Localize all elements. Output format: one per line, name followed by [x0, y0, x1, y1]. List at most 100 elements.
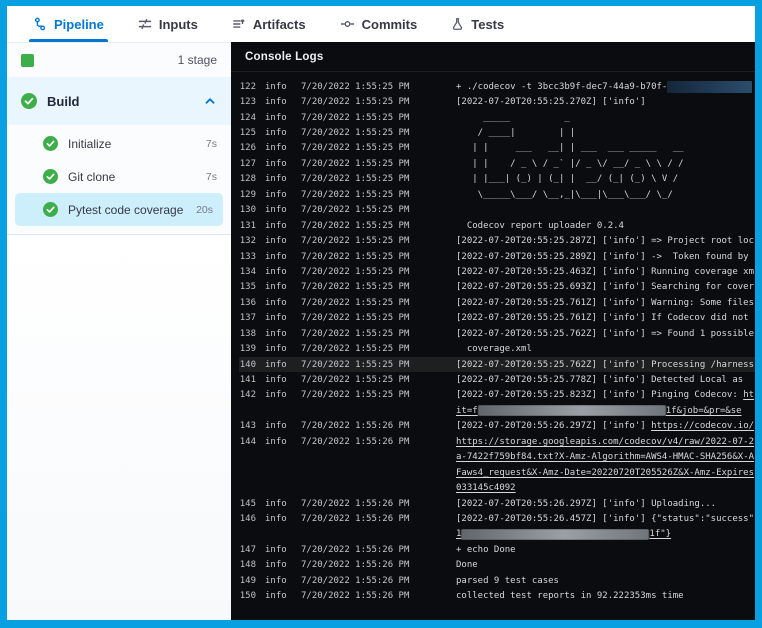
log-message: 11f"} [456, 529, 755, 540]
chevron-up-icon[interactable] [203, 94, 217, 108]
tab-tests[interactable]: Tests [449, 6, 506, 42]
tab-commits[interactable]: Commits [338, 6, 420, 42]
log-text: [2022-07-20T20:55:25.761Z] ['info'] If C… [456, 313, 749, 323]
step-duration: 7s [206, 138, 217, 150]
log-row[interactable]: 124info7/20/2022 1:55:25 PM _____ _ [239, 110, 755, 125]
log-link[interactable]: https://codecov.io/ [651, 421, 754, 431]
log-level: info [265, 267, 289, 277]
redacted-token-box [667, 81, 752, 93]
stage-summary-row: 1 stage [7, 43, 231, 77]
log-row[interactable]: 139info7/20/2022 1:55:25 PM coverage.xml [239, 341, 755, 356]
tab-artifacts[interactable]: Artifacts [230, 6, 308, 42]
log-row[interactable]: 136info7/20/2022 1:55:25 PM[2022-07-20T2… [239, 295, 755, 310]
log-row[interactable]: 127info7/20/2022 1:55:25 PM | | / _ \ / … [239, 156, 755, 171]
log-timestamp: 7/20/2022 1:55:25 PM [301, 128, 456, 138]
log-row[interactable]: 147info7/20/2022 1:55:26 PM+ echo Done [239, 542, 755, 557]
log-link[interactable]: 1f&job=&pr=&se [666, 406, 742, 416]
log-level: info [265, 514, 289, 524]
log-row[interactable]: 11f"} [239, 527, 755, 542]
tab-label: Commits [362, 17, 418, 32]
log-row[interactable]: it=f 1f&job=&pr=&se [239, 403, 755, 418]
log-timestamp: 7/20/2022 1:55:25 PM [301, 236, 456, 246]
log-row[interactable]: 137info7/20/2022 1:55:25 PM[2022-07-20T2… [239, 311, 755, 326]
log-level: info [265, 159, 289, 169]
log-level: info [265, 205, 289, 215]
log-level: info [265, 82, 289, 92]
log-row[interactable]: 131info7/20/2022 1:55:25 PM Codecov repo… [239, 218, 755, 233]
log-timestamp: 7/20/2022 1:55:25 PM [301, 190, 456, 200]
log-line-number: 131 [239, 221, 256, 231]
log-link[interactable]: ht [743, 390, 754, 400]
log-message: [2022-07-20T20:55:25.463Z] ['info'] Runn… [456, 267, 755, 277]
step-initialize[interactable]: Initialize 7s [7, 127, 231, 160]
log-link[interactable]: Faws4_request&X-Amz-Date=20220720T205526… [456, 468, 754, 478]
log-row[interactable]: 148info7/20/2022 1:55:26 PMDone [239, 558, 755, 573]
log-row[interactable]: 138info7/20/2022 1:55:25 PM[2022-07-20T2… [239, 326, 755, 341]
step-duration: 7s [206, 171, 217, 183]
log-row[interactable]: 146info7/20/2022 1:55:26 PM[2022-07-20T2… [239, 511, 755, 526]
log-message: Done [456, 560, 755, 570]
log-row[interactable]: 145info7/20/2022 1:55:26 PM[2022-07-20T2… [239, 496, 755, 511]
step-git-clone[interactable]: Git clone 7s [7, 160, 231, 193]
log-row[interactable]: 134info7/20/2022 1:55:25 PM[2022-07-20T2… [239, 264, 755, 279]
log-link[interactable]: 033145c4092 [456, 483, 516, 493]
log-text: _____ _ [456, 113, 570, 123]
log-timestamp: 7/20/2022 1:55:25 PM [301, 375, 456, 385]
artifacts-icon [232, 17, 246, 31]
log-row[interactable]: 129info7/20/2022 1:55:25 PM \_____\___/ … [239, 187, 755, 202]
log-line-number: 124 [239, 113, 256, 123]
log-message: [2022-07-20T20:55:25.289Z] ['info'] -> T… [456, 252, 755, 262]
console-log-body[interactable]: 122info7/20/2022 1:55:25 PM+ ./codecov -… [231, 72, 755, 620]
log-row[interactable]: 126info7/20/2022 1:55:25 PM | | ___ __| … [239, 141, 755, 156]
log-row[interactable]: Faws4_request&X-Amz-Date=20220720T205526… [239, 465, 755, 480]
step-list: Initialize 7s Git clone 7s [7, 125, 231, 226]
log-row[interactable]: 143info7/20/2022 1:55:26 PM[2022-07-20T2… [239, 419, 755, 434]
log-link[interactable]: it=f [456, 406, 478, 416]
log-text: [2022-07-20T20:55:26.457Z] ['info'] {"st… [456, 514, 754, 524]
log-level: info [265, 545, 289, 555]
log-row[interactable]: 135info7/20/2022 1:55:25 PM[2022-07-20T2… [239, 280, 755, 295]
log-level: info [265, 113, 289, 123]
stage-build-header[interactable]: Build [7, 77, 231, 125]
log-level: info [265, 221, 289, 231]
log-line-number: 127 [239, 159, 256, 169]
log-timestamp: 7/20/2022 1:55:25 PM [301, 97, 456, 107]
log-message: collected test reports in 92.222353ms ti… [456, 591, 755, 601]
log-link[interactable]: a-7422f759bf84.txt?X-Amz-Algorithm=AWS4-… [456, 452, 754, 462]
log-text: collected test reports in 92.222353ms ti… [456, 591, 684, 601]
log-row[interactable]: 132info7/20/2022 1:55:25 PM[2022-07-20T2… [239, 233, 755, 248]
log-level: info [265, 298, 289, 308]
log-row[interactable]: 033145c4092 [239, 480, 755, 495]
log-row[interactable]: 142info7/20/2022 1:55:25 PM[2022-07-20T2… [239, 388, 755, 403]
step-pytest-code-coverage[interactable]: Pytest code coverage 20s [15, 193, 223, 226]
log-text: + echo Done [456, 545, 516, 555]
log-level: info [265, 190, 289, 200]
tab-pipeline[interactable]: Pipeline [31, 6, 106, 42]
log-row[interactable]: 125info7/20/2022 1:55:25 PM / ____| | | [239, 125, 755, 140]
log-link[interactable]: 1f"} [649, 529, 671, 539]
log-row[interactable]: 149info7/20/2022 1:55:26 PMparsed 9 test… [239, 573, 755, 588]
log-text: Codecov report uploader 0.2.4 [456, 221, 624, 231]
log-message: + ./codecov -t 3bcc3b9f-dec7-44a9-b70f- [456, 81, 755, 93]
log-level: info [265, 329, 289, 339]
log-row[interactable]: 128info7/20/2022 1:55:25 PM | |___| (_) … [239, 172, 755, 187]
log-row[interactable]: 141info7/20/2022 1:55:25 PM[2022-07-20T2… [239, 372, 755, 387]
log-row[interactable]: 123info7/20/2022 1:55:25 PM[2022-07-20T2… [239, 94, 755, 109]
log-row[interactable]: 140info7/20/2022 1:55:25 PM[2022-07-20T2… [239, 357, 755, 372]
log-text: + ./codecov -t 3bcc3b9f-dec7-44a9-b70f- [456, 82, 667, 92]
log-link[interactable]: https://storage.googleapis.com/codecov/v… [456, 437, 754, 447]
log-row[interactable]: 144info7/20/2022 1:55:26 PMhttps://stora… [239, 434, 755, 449]
log-row[interactable]: 150info7/20/2022 1:55:26 PMcollected tes… [239, 588, 755, 603]
log-level: info [265, 128, 289, 138]
log-line-number: 150 [239, 591, 256, 601]
log-row[interactable]: 130info7/20/2022 1:55:25 PM [239, 203, 755, 218]
log-row[interactable]: a-7422f759bf84.txt?X-Amz-Algorithm=AWS4-… [239, 450, 755, 465]
log-message: 033145c4092 [456, 483, 755, 493]
log-message: | | ___ __| | ___ ___ _____ __ [456, 143, 755, 153]
log-message: + echo Done [456, 545, 755, 555]
log-message: [2022-07-20T20:55:26.457Z] ['info'] {"st… [456, 514, 755, 524]
inputs-icon [138, 17, 152, 31]
log-row[interactable]: 133info7/20/2022 1:55:25 PM[2022-07-20T2… [239, 249, 755, 264]
tab-inputs[interactable]: Inputs [136, 6, 200, 42]
log-row[interactable]: 122info7/20/2022 1:55:25 PM+ ./codecov -… [239, 79, 755, 94]
